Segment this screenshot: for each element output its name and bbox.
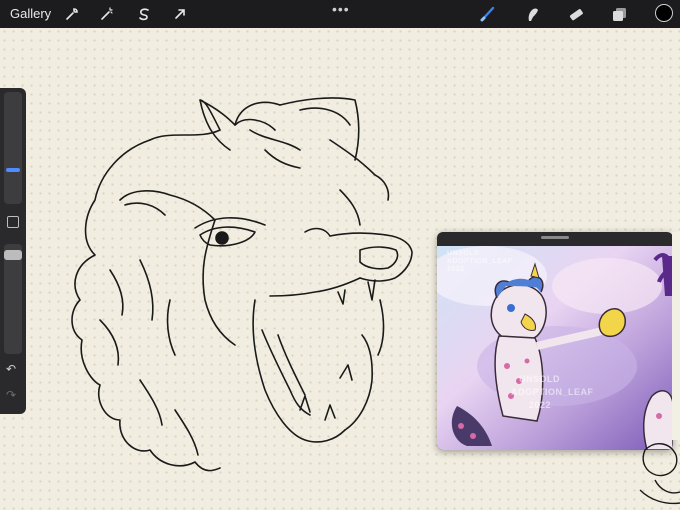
brush-icon[interactable] (478, 4, 498, 24)
selection-icon[interactable] (134, 4, 154, 24)
top-toolbar: Gallery ••• (0, 0, 680, 28)
undo-button[interactable]: ↶ (6, 362, 16, 376)
magic-wand-icon[interactable] (97, 4, 117, 24)
gallery-button[interactable]: Gallery (10, 6, 51, 21)
brush-size-thumb[interactable] (6, 168, 20, 172)
eraser-icon[interactable] (566, 4, 586, 24)
watermark-line2: ADOPTION_LEAF (511, 387, 594, 397)
transform-arrow-icon[interactable] (170, 4, 190, 24)
redo-button[interactable]: ↷ (6, 388, 16, 402)
opacity-slider[interactable] (4, 244, 22, 354)
smudge-icon[interactable] (522, 4, 542, 24)
opacity-thumb[interactable] (4, 250, 22, 260)
watermark-year: 2022 (529, 400, 552, 410)
brush-size-slider[interactable] (4, 92, 22, 204)
color-picker-swatch[interactable] (655, 4, 673, 22)
modify-button[interactable] (7, 216, 19, 228)
reference-image (437, 246, 673, 450)
watermark-top: UNSOLD ADOPTION_LEAF 2022 (447, 250, 513, 273)
reference-drag-handle[interactable] (541, 236, 569, 239)
more-menu-icon[interactable]: ••• (332, 1, 350, 17)
reference-panel[interactable]: UNSOLD ADOPTION_LEAF 2022 UNSOLD ADOPTIO… (437, 232, 673, 450)
watermark-mid: UNSOLD (519, 374, 560, 384)
layers-icon[interactable] (610, 4, 630, 24)
left-sidebar: ↶ ↷ (0, 88, 26, 414)
wrench-icon[interactable] (62, 4, 82, 24)
